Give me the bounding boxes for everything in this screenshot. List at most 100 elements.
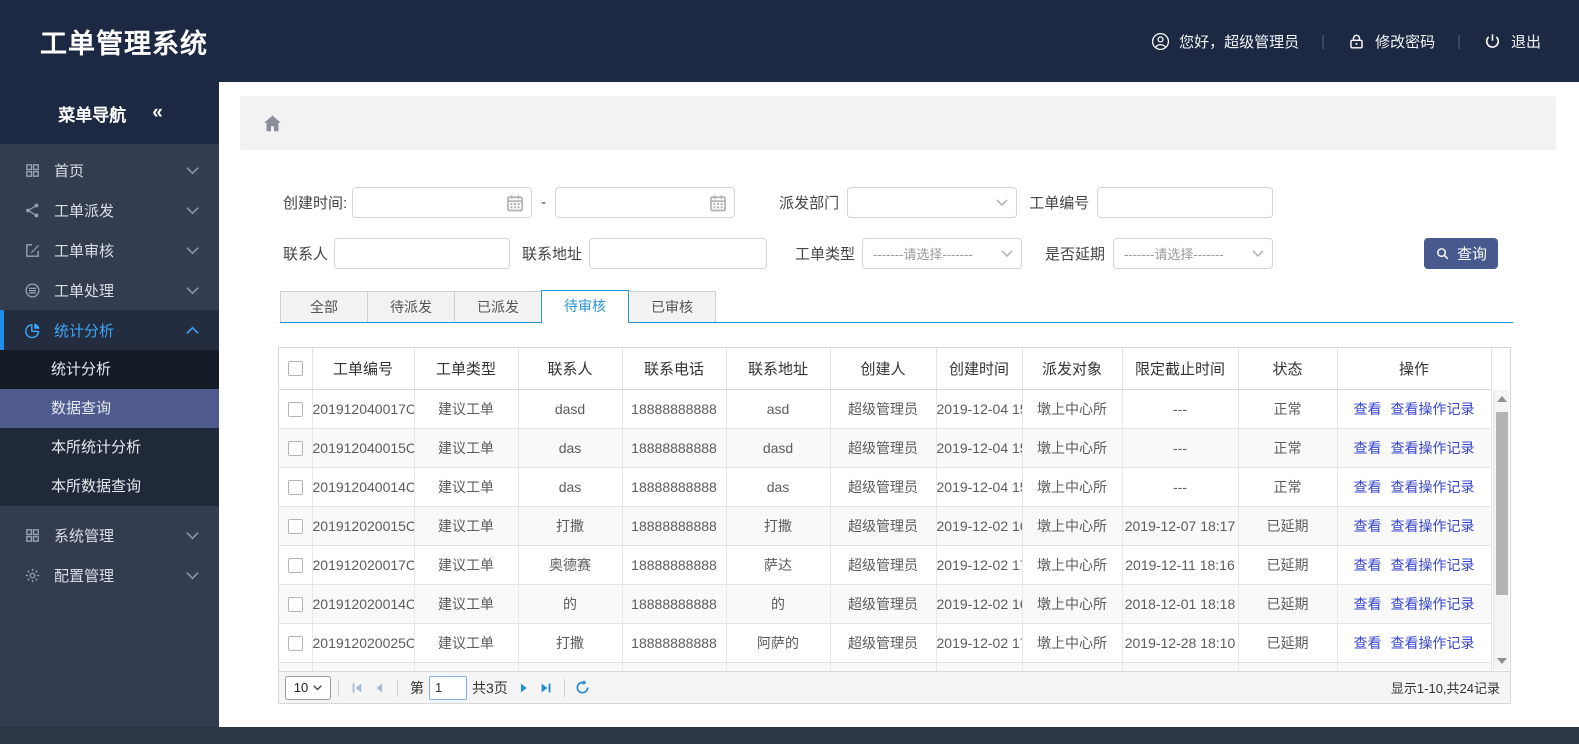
view-link[interactable]: 查看 bbox=[1354, 440, 1382, 456]
scrollbar-thumb[interactable] bbox=[1496, 412, 1508, 595]
sidebar-item-config[interactable]: 配置管理 bbox=[0, 555, 219, 595]
tab-dispatched[interactable]: 已派发 bbox=[454, 291, 542, 322]
cell-phone: 18888888888 bbox=[622, 506, 727, 546]
cell-create-time: 2019-12-04 15: bbox=[936, 467, 1023, 507]
row-checkbox[interactable] bbox=[287, 401, 303, 417]
row-checkbox[interactable] bbox=[287, 596, 303, 612]
cell-contact: das bbox=[518, 467, 623, 507]
submenu-item-branch-stats[interactable]: 本所统计分析 bbox=[0, 428, 219, 467]
calendar-icon[interactable] bbox=[505, 193, 525, 213]
calendar-icon[interactable] bbox=[708, 193, 728, 213]
cell-create-time: 2019-12-02 17: bbox=[936, 545, 1023, 585]
view-link[interactable]: 查看 bbox=[1354, 596, 1382, 612]
order-type-select[interactable]: -------请选择------- bbox=[862, 238, 1023, 269]
tab-all[interactable]: 全部 bbox=[280, 291, 368, 322]
cell-create-time: 2019-12-02 16: bbox=[936, 506, 1023, 546]
sidebar-item-review[interactable]: 工单审核 bbox=[0, 230, 219, 270]
submenu-item-data-query[interactable]: 数据查询 bbox=[0, 389, 219, 428]
row-select-cell bbox=[279, 467, 313, 507]
cell-order-type bbox=[414, 662, 519, 671]
user-area: 您好，超级管理员 | 修改密码 | 退出 bbox=[1151, 31, 1541, 52]
view-log-link[interactable]: 查看操作记录 bbox=[1391, 479, 1475, 495]
submenu-item-stats-analysis[interactable]: 统计分析 bbox=[0, 350, 219, 389]
edit-icon bbox=[24, 242, 41, 259]
page-size-select[interactable]: 10 bbox=[285, 675, 331, 700]
row-select-cell bbox=[279, 506, 313, 546]
cell-creator: 超级管理员 bbox=[830, 545, 937, 585]
view-log-link[interactable]: 查看操作记录 bbox=[1391, 596, 1475, 612]
address-input[interactable] bbox=[590, 239, 767, 268]
column-header: 派发对象 bbox=[1022, 348, 1123, 390]
tab-reviewed[interactable]: 已审核 bbox=[628, 291, 716, 322]
row-checkbox[interactable] bbox=[287, 635, 303, 651]
view-link[interactable]: 查看 bbox=[1354, 557, 1382, 573]
sidebar-item-process[interactable]: 工单处理 bbox=[0, 270, 219, 310]
order-no-input[interactable] bbox=[1098, 188, 1273, 217]
row-checkbox[interactable] bbox=[287, 557, 303, 573]
row-select-cell bbox=[279, 389, 313, 429]
view-log-link[interactable]: 查看操作记录 bbox=[1391, 518, 1475, 534]
view-link[interactable]: 查看 bbox=[1354, 479, 1382, 495]
home-icon[interactable] bbox=[262, 113, 283, 134]
logout-button[interactable]: 退出 bbox=[1483, 31, 1541, 52]
cell-dispatch-to: 墩上中心所 bbox=[1022, 389, 1123, 429]
refresh-button[interactable] bbox=[572, 677, 594, 699]
table-row: 201912020017C 建议工单 奥德赛 18888888888 萨达 超级管理员 20… bbox=[279, 545, 1492, 585]
last-page-icon bbox=[541, 683, 551, 692]
cell-order-no: 201912020017C bbox=[312, 545, 415, 585]
cell-order-type: 建议工单 bbox=[414, 623, 519, 663]
tab-pending-dispatch[interactable]: 待派发 bbox=[367, 291, 455, 322]
sidebar-item-label: 统计分析 bbox=[54, 322, 115, 340]
sidebar-item-home[interactable]: 首页 bbox=[0, 150, 219, 190]
user-greeting[interactable]: 您好，超级管理员 bbox=[1151, 31, 1299, 52]
cell-order-type: 建议工单 bbox=[414, 467, 519, 507]
page-number-input[interactable] bbox=[429, 675, 467, 700]
cell-dispatch-to bbox=[1022, 662, 1123, 671]
gear-icon bbox=[24, 567, 41, 584]
view-log-link[interactable]: 查看操作记录 bbox=[1391, 401, 1475, 417]
sidebar-collapse-icon[interactable]: « bbox=[152, 102, 162, 124]
cell-create-time bbox=[936, 662, 1023, 671]
chevron-down-icon bbox=[186, 164, 199, 177]
tab-pending-review[interactable]: 待审核 bbox=[541, 290, 629, 323]
scroll-down-arrow-icon[interactable] bbox=[1497, 658, 1507, 664]
contact-input[interactable] bbox=[335, 239, 510, 268]
cell-actions: 查看 查看操作记录 bbox=[1337, 545, 1492, 585]
cell-deadline: --- bbox=[1122, 428, 1239, 468]
cell-address: 打撒 bbox=[726, 506, 831, 546]
user-icon bbox=[1152, 32, 1170, 50]
sidebar-item-system[interactable]: 系统管理 bbox=[0, 515, 219, 555]
cell-order-no: 201912040017C bbox=[312, 389, 415, 429]
view-link[interactable]: 查看 bbox=[1354, 401, 1382, 417]
table-row: 201912020015C 建议工单 打撒 18888888888 打撒 超级管理员 201… bbox=[279, 506, 1492, 546]
view-log-link[interactable]: 查看操作记录 bbox=[1391, 557, 1475, 573]
row-checkbox[interactable] bbox=[287, 518, 303, 534]
vertical-scrollbar[interactable] bbox=[1493, 390, 1509, 670]
first-page-button[interactable] bbox=[346, 677, 368, 699]
cell-phone bbox=[622, 662, 727, 671]
scroll-up-arrow-icon[interactable] bbox=[1497, 396, 1507, 402]
chevron-down-icon bbox=[186, 244, 199, 257]
delay-select[interactable]: -------请选择------- bbox=[1113, 238, 1274, 269]
cell-status: 已延期 bbox=[1238, 506, 1338, 546]
view-link[interactable]: 查看 bbox=[1354, 635, 1382, 651]
change-password-button[interactable]: 修改密码 bbox=[1347, 31, 1435, 52]
row-select-cell bbox=[279, 545, 313, 585]
table-row: 201912040014C 建议工单 das 18888888888 das 超级管理员 2… bbox=[279, 467, 1492, 507]
view-log-link[interactable]: 查看操作记录 bbox=[1391, 635, 1475, 651]
row-checkbox[interactable] bbox=[287, 440, 303, 456]
prev-page-button[interactable] bbox=[368, 677, 390, 699]
sidebar-item-stats[interactable]: 统计分析 bbox=[0, 310, 219, 350]
dispatch-dept-select[interactable] bbox=[847, 187, 1018, 218]
view-link[interactable]: 查看 bbox=[1354, 518, 1382, 534]
logout-label: 退出 bbox=[1510, 33, 1541, 51]
search-button[interactable]: 查询 bbox=[1424, 238, 1498, 269]
view-log-link[interactable]: 查看操作记录 bbox=[1391, 440, 1475, 456]
last-page-button[interactable] bbox=[535, 677, 557, 699]
select-all-checkbox[interactable] bbox=[287, 361, 303, 377]
submenu-item-branch-query[interactable]: 本所数据查询 bbox=[0, 467, 219, 506]
sidebar-item-dispatch[interactable]: 工单派发 bbox=[0, 190, 219, 230]
row-checkbox[interactable] bbox=[287, 479, 303, 495]
next-page-button[interactable] bbox=[513, 677, 535, 699]
sidebar-header: 菜单导航 « bbox=[0, 82, 219, 144]
